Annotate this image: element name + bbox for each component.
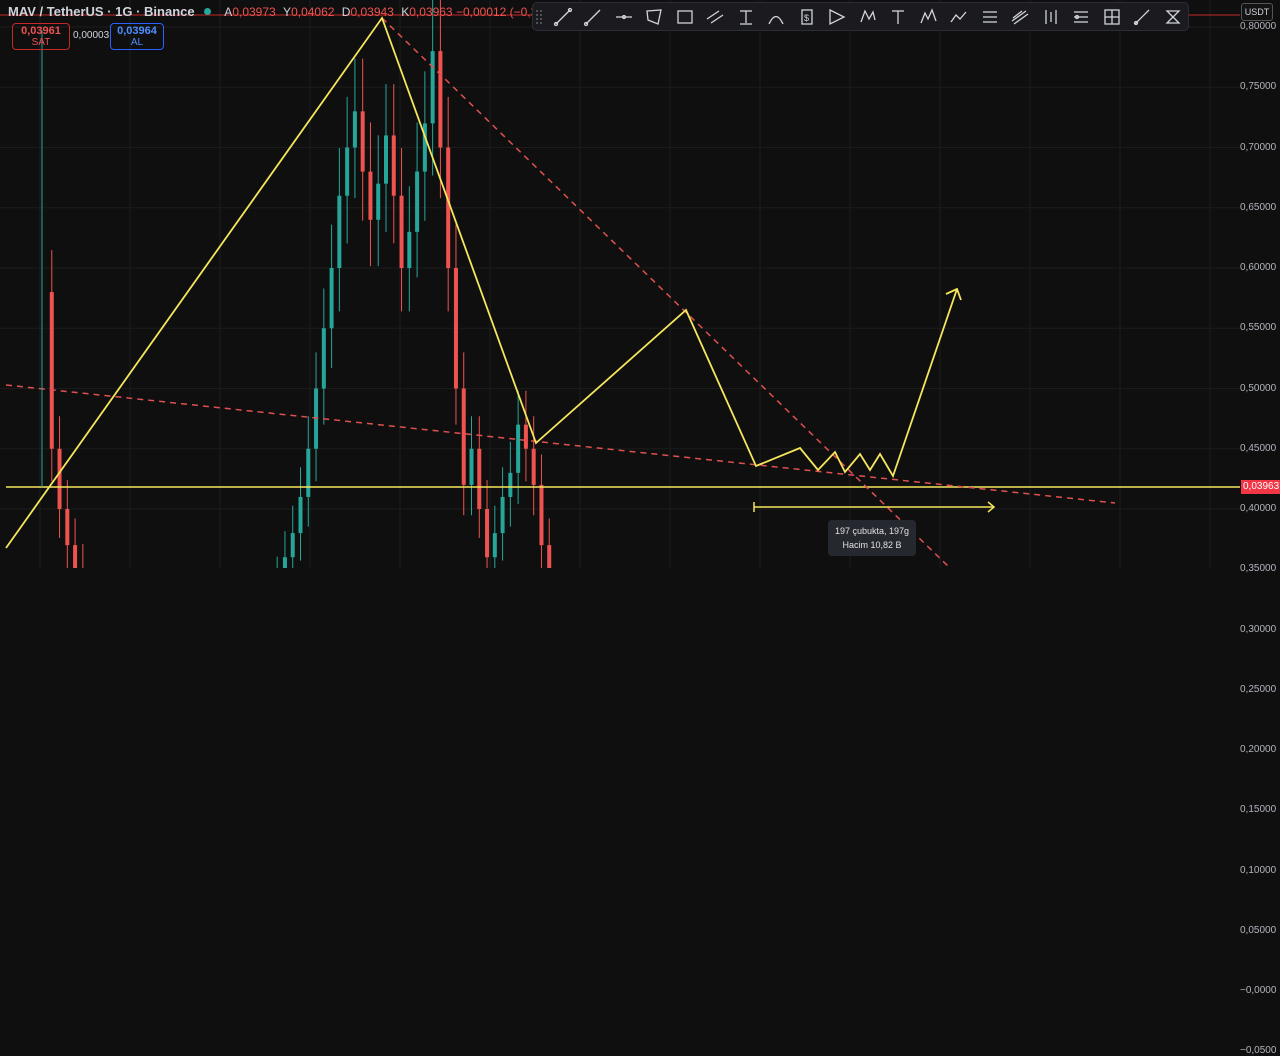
low-value: 0,03943 bbox=[350, 5, 394, 19]
candle-body bbox=[453, 268, 458, 389]
drag-handle-icon[interactable] bbox=[535, 8, 542, 25]
candle-body bbox=[391, 135, 396, 196]
horizontal-line-icon[interactable] bbox=[609, 5, 640, 29]
candle-body bbox=[384, 135, 388, 184]
buy-button[interactable]: 0,03964 AL bbox=[110, 23, 164, 50]
spread-value: 0,00003 bbox=[73, 30, 110, 41]
candle-body bbox=[290, 533, 295, 558]
polygon-icon[interactable] bbox=[639, 5, 670, 29]
price-axis-label: 0,25000 bbox=[1240, 683, 1277, 695]
candle-body bbox=[523, 424, 528, 449]
price-axis-label: 0,10000 bbox=[1240, 864, 1277, 876]
candle-body bbox=[329, 268, 334, 329]
price-axis-label: 0,75000 bbox=[1240, 81, 1277, 93]
price-axis-label: −0,0500 bbox=[1240, 1045, 1277, 1056]
candle-body bbox=[321, 328, 326, 389]
candle-body bbox=[469, 448, 474, 485]
ray-icon[interactable] bbox=[578, 5, 609, 29]
drawing-toolbar: $ bbox=[532, 2, 1189, 31]
brush-icon[interactable] bbox=[1127, 5, 1158, 29]
candle-body bbox=[485, 509, 490, 558]
price-chart[interactable] bbox=[0, 0, 1280, 568]
candle-body bbox=[399, 195, 404, 268]
price-axis-label: 0,40000 bbox=[1240, 503, 1277, 514]
price-axis-label: 0,05000 bbox=[1240, 924, 1277, 936]
candle-body bbox=[461, 388, 466, 485]
candle-body bbox=[57, 448, 62, 509]
price-axis-label: 0,70000 bbox=[1240, 141, 1277, 153]
text-icon[interactable] bbox=[883, 5, 914, 29]
falling-wedge-upper-line[interactable] bbox=[381, 17, 951, 568]
candle-body bbox=[49, 292, 54, 449]
price-axis-label: 0,15000 bbox=[1240, 804, 1277, 816]
measure-tooltip: 197 çubukta, 197g Hacim 10,82 B bbox=[828, 520, 916, 556]
price-axis-label: 0,50000 bbox=[1240, 382, 1277, 394]
candle-body bbox=[477, 448, 482, 509]
xabcd-pattern-icon[interactable] bbox=[853, 5, 884, 29]
candle-body bbox=[539, 484, 544, 546]
zigzag-drawing[interactable] bbox=[5, 16, 958, 549]
pattern-icon[interactable] bbox=[1158, 5, 1189, 29]
parallel-channel-icon[interactable] bbox=[700, 5, 731, 29]
candle-body bbox=[306, 448, 311, 497]
candle-body bbox=[531, 448, 536, 485]
long-short-icon[interactable] bbox=[1066, 5, 1097, 29]
price-axis-label: 0,65000 bbox=[1240, 201, 1277, 213]
price-label-icon[interactable]: $ bbox=[792, 5, 823, 29]
grid-icon[interactable] bbox=[1097, 5, 1128, 29]
candle-body bbox=[415, 171, 420, 232]
last-price-tag: 0,03963 bbox=[1241, 480, 1280, 494]
close-value: 0,03963 bbox=[409, 5, 453, 19]
candle-body bbox=[352, 111, 357, 148]
rectangle-icon[interactable] bbox=[670, 5, 701, 29]
price-axis-label: 0,55000 bbox=[1240, 322, 1277, 334]
fib-channel-icon[interactable] bbox=[1005, 5, 1036, 29]
sell-button[interactable]: 0,03961 SAT bbox=[12, 23, 70, 50]
chart-grid bbox=[0, 0, 1240, 568]
price-axis-label: 0,45000 bbox=[1240, 442, 1277, 454]
candle-body bbox=[500, 496, 505, 534]
candle-body bbox=[360, 111, 365, 172]
symbol-header: MAV / TetherUS · 1G · Binance A0,03973 Y… bbox=[8, 4, 559, 19]
currency-unit-button[interactable]: USDT bbox=[1241, 3, 1273, 21]
price-axis-label: −0,0000 bbox=[1240, 985, 1277, 996]
elliott-wave-icon[interactable] bbox=[914, 5, 945, 29]
svg-text:$: $ bbox=[804, 13, 809, 23]
candle-body bbox=[282, 557, 287, 568]
text-anchor-icon[interactable] bbox=[731, 5, 762, 29]
candle-body bbox=[446, 147, 451, 268]
high-value: 0,04062 bbox=[291, 5, 335, 19]
price-axis-label: 0,30000 bbox=[1240, 623, 1277, 635]
price-axis-label: 0,20000 bbox=[1240, 744, 1277, 755]
measure-volume: Hacim 10,82 B bbox=[842, 540, 902, 550]
candle-body bbox=[65, 509, 70, 546]
pitchfork-icon[interactable] bbox=[822, 5, 853, 29]
candle-body bbox=[430, 51, 435, 124]
fib-retracement-icon[interactable] bbox=[975, 5, 1006, 29]
candle-body bbox=[298, 496, 303, 534]
candle-body bbox=[376, 183, 381, 220]
candle-body bbox=[407, 231, 412, 268]
candle-body bbox=[492, 533, 497, 558]
measure-bars: 197 çubukta, 197g bbox=[834, 526, 910, 536]
candle-body bbox=[438, 51, 443, 148]
candle-body bbox=[337, 195, 342, 268]
candles-pattern-icon[interactable] bbox=[1036, 5, 1067, 29]
arc-icon[interactable] bbox=[761, 5, 792, 29]
candle-body bbox=[345, 147, 350, 196]
candle-body bbox=[508, 472, 513, 497]
candle-body bbox=[73, 545, 78, 568]
falling-wedge-lower-line[interactable] bbox=[5, 384, 1116, 504]
price-axis-label: 0,80000 bbox=[1240, 21, 1277, 32]
price-axis-label: 0,35000 bbox=[1240, 563, 1277, 575]
open-value: 0,03973 bbox=[232, 5, 276, 19]
trend-line-icon[interactable] bbox=[548, 5, 579, 29]
price-axis-label: 0,60000 bbox=[1240, 262, 1277, 273]
candle-body bbox=[368, 171, 373, 220]
candle-body bbox=[547, 545, 552, 568]
path-icon[interactable] bbox=[944, 5, 975, 29]
market-status-icon bbox=[203, 8, 211, 15]
symbol-title[interactable]: MAV / TetherUS · 1G · Binance bbox=[8, 4, 195, 19]
candle-body bbox=[516, 424, 521, 473]
